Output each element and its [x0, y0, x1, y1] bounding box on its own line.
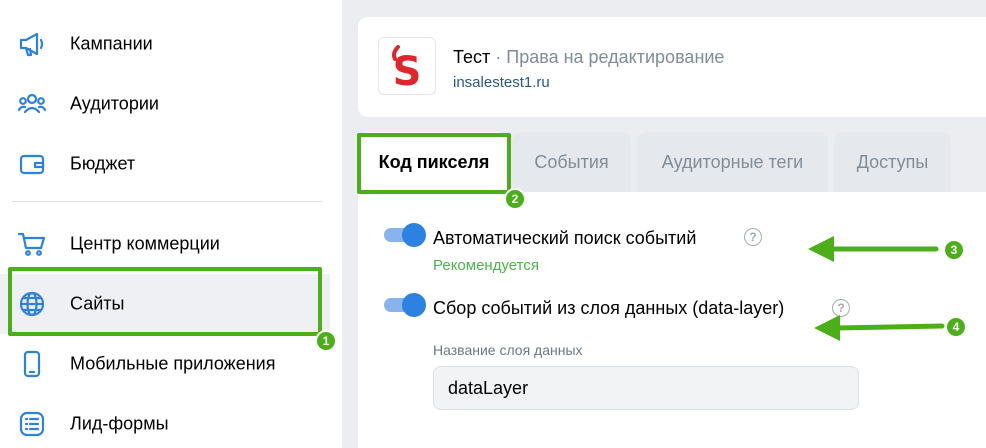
step-badge-4: 4: [945, 316, 967, 338]
annotation-arrows: [808, 236, 945, 341]
arrow-4-head: [814, 315, 840, 341]
arrow-4-shaft: [833, 323, 945, 331]
arrow-3-head: [808, 236, 834, 262]
step-badge-3: 3: [943, 239, 965, 261]
